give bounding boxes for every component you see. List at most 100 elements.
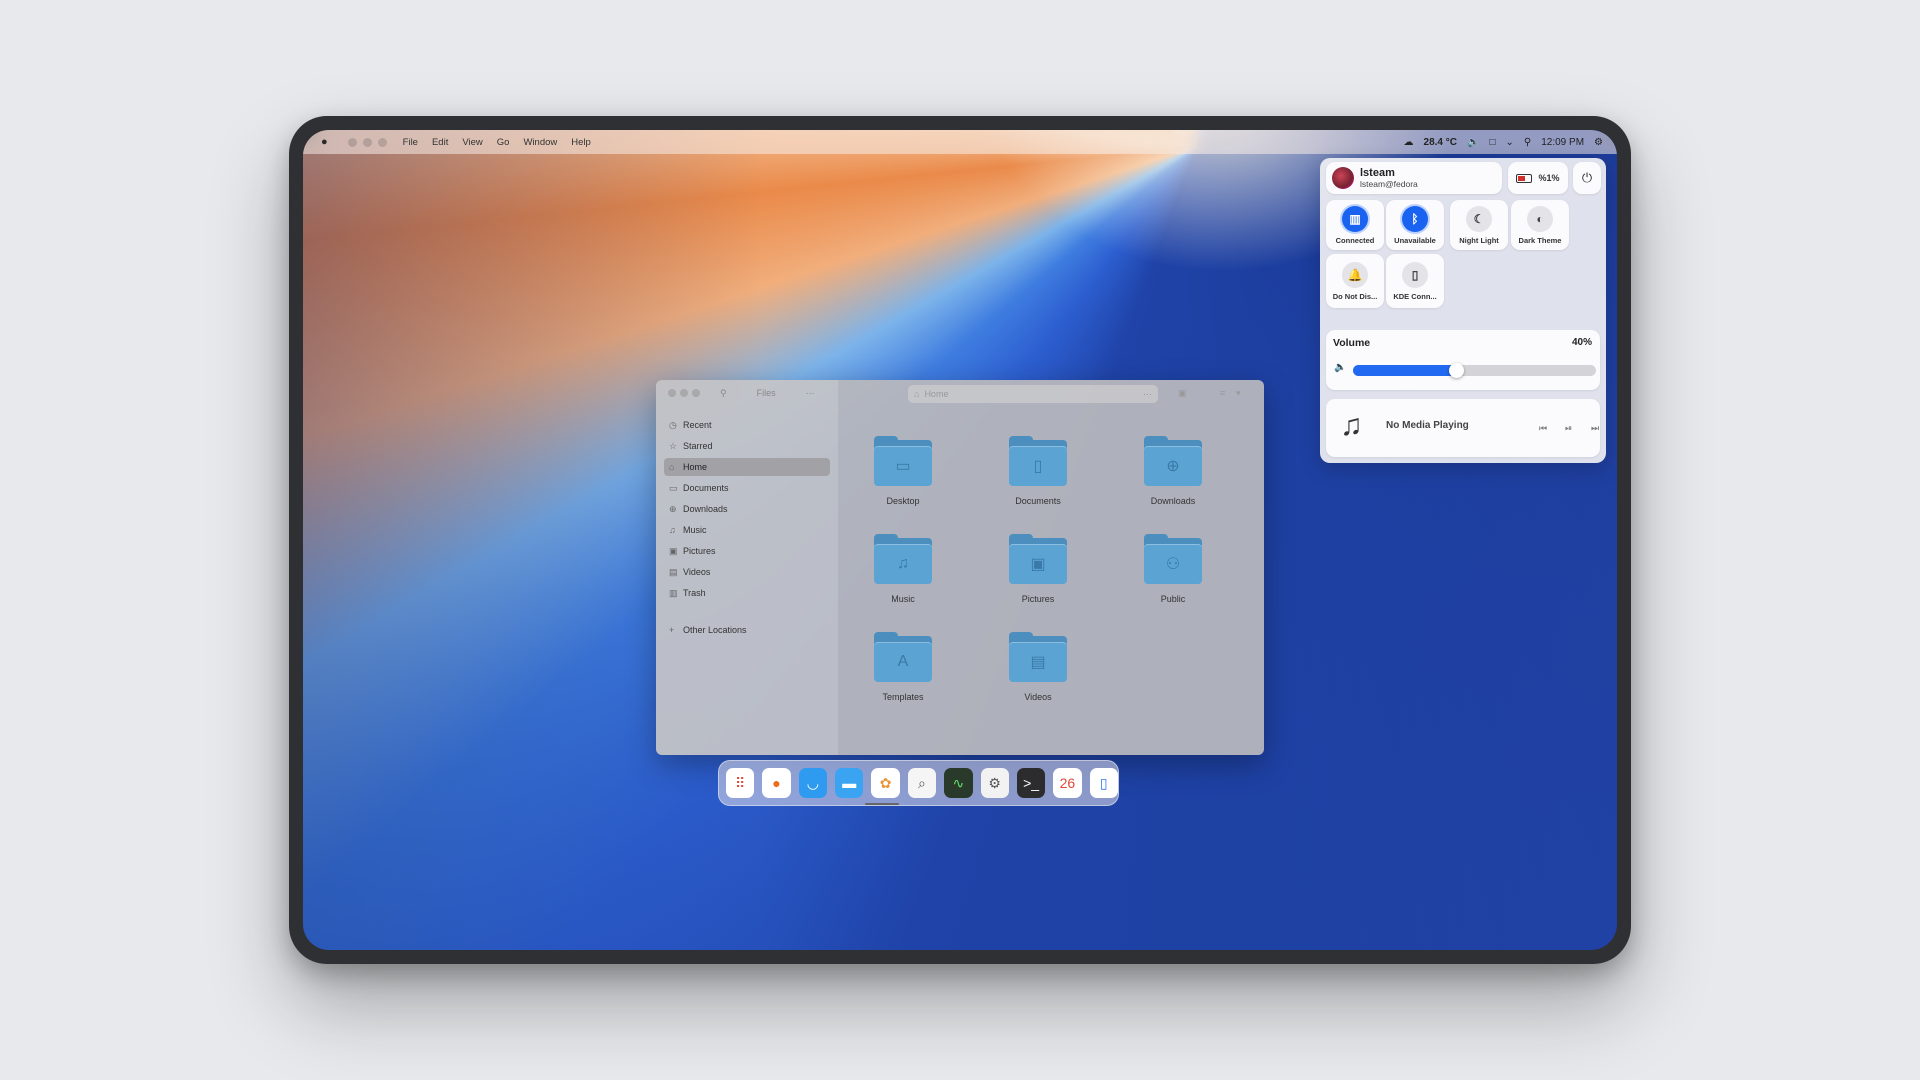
music-icon: ♫	[669, 525, 676, 535]
folder-label: Videos	[1024, 692, 1052, 702]
volume-label: Volume	[1333, 337, 1371, 349]
play-icon[interactable]: ⏯	[1565, 423, 1572, 434]
folder-videos[interactable]: ▤ Videos	[983, 632, 1093, 722]
firefox-icon[interactable]: ●	[762, 768, 791, 798]
sidebar-item-label: Music	[683, 525, 707, 535]
maximize-window-button[interactable]	[377, 137, 387, 147]
weather-icon[interactable]: ☁	[1404, 137, 1414, 148]
path-menu-icon[interactable]: ⋯	[1143, 389, 1152, 400]
sidebar-item-label: Other Locations	[683, 625, 747, 635]
calendar-icon[interactable]: 26	[1053, 768, 1082, 798]
volume-icon[interactable]: 🔈	[1467, 137, 1479, 148]
search-icon[interactable]: ⚲	[720, 388, 727, 399]
sidebar-item-downloads[interactable]: ⊕ Downloads	[664, 500, 830, 518]
menu-bar: ● File Edit View Go Window Help ☁ 28.4 °…	[303, 130, 1617, 154]
temperature[interactable]: 28.4 °C	[1424, 137, 1457, 148]
apple-menu-icon[interactable]: ●	[321, 136, 328, 148]
sidebar-item-pictures[interactable]: ▣ Pictures	[664, 542, 830, 560]
photos-icon[interactable]: ✿	[871, 768, 900, 798]
power-button[interactable]: ⏻	[1573, 162, 1601, 194]
sidebar-item-starred[interactable]: ☆ Starred	[664, 437, 830, 455]
folder-glyph: ♫	[874, 544, 932, 584]
new-folder-icon[interactable]: ▣	[1178, 388, 1187, 399]
folder-desktop[interactable]: ▭ Desktop	[848, 436, 958, 526]
menu-help[interactable]: Help	[571, 137, 591, 148]
folder-icon: ▣	[1009, 534, 1067, 584]
sidebar-item-documents[interactable]: ▭ Documents	[664, 479, 830, 497]
control-center: lsteam lsteam@fedora %1% ⏻ ▥ Connected ᛒ Un…	[1320, 158, 1606, 463]
maximize-button[interactable]	[692, 389, 700, 397]
files-icon[interactable]: ▬	[835, 768, 864, 798]
tile-unavailable[interactable]: ᛒ Unavailable	[1386, 200, 1444, 250]
volume-percent: 40%	[1571, 337, 1592, 348]
speaker-icon[interactable]: 🔈	[1334, 362, 1346, 373]
user-card[interactable]: lsteam lsteam@fedora	[1326, 162, 1502, 194]
menu-file[interactable]: File	[403, 137, 418, 148]
sidebar-item-label: Home	[683, 462, 708, 472]
menu-icon[interactable]: ⋯	[806, 388, 815, 399]
sidebar-item-label: Documents	[683, 483, 729, 493]
toggle-icon[interactable]: ▯	[1089, 768, 1118, 798]
sidebar-item-trash[interactable]: ▥ Trash	[664, 584, 830, 602]
sidebar-item-other-locations[interactable]: + Other Locations	[664, 621, 830, 639]
terminal-icon[interactable]: >_	[1016, 768, 1046, 798]
battery-card[interactable]: %1%	[1508, 162, 1568, 194]
menu-view[interactable]: View	[462, 137, 482, 148]
next-track-icon[interactable]: ⏭	[1591, 423, 1599, 434]
media-card: ♫ No Media Playing ⏮ ⏯ ⏭	[1326, 399, 1600, 457]
volume-slider-fill	[1353, 365, 1457, 376]
folder-icon: ▯	[1009, 436, 1067, 486]
home-icon: ⌂	[914, 389, 920, 399]
chevron-down-icon[interactable]: ▾	[1236, 388, 1241, 399]
battery-percent: %1%	[1538, 173, 1560, 183]
launcher-icon[interactable]: ⠿	[726, 768, 755, 798]
close-window-button[interactable]	[347, 137, 357, 147]
volume-slider[interactable]	[1353, 363, 1596, 378]
folder-documents[interactable]: ▯ Documents	[983, 436, 1093, 526]
user-email: lsteam@fedora	[1360, 179, 1418, 189]
folder-glyph: ⚇	[1144, 544, 1202, 584]
previous-track-icon[interactable]: ⏮	[1539, 423, 1547, 434]
settings-icon[interactable]: ⚙	[980, 768, 1009, 798]
tile-connected[interactable]: ▥ Connected	[1326, 200, 1384, 250]
folder-label: Public	[1160, 594, 1186, 604]
tile-do-not-dis[interactable]: 🔔 Do Not Dis...	[1326, 254, 1384, 308]
volume-slider-handle[interactable]	[1449, 363, 1465, 378]
sidebar-item-videos[interactable]: ▤ Videos	[664, 563, 830, 581]
app-store-icon[interactable]: ◡	[798, 768, 828, 798]
sidebar-item-home[interactable]: ⌂ Home	[664, 458, 830, 476]
control-center-icon[interactable]: ⚙	[1594, 137, 1603, 148]
folder-glyph: ▯	[1009, 446, 1067, 486]
folder-music[interactable]: ♫ Music	[848, 534, 958, 624]
tile-dark-theme[interactable]: ◐ Dark Theme	[1511, 200, 1569, 250]
chat-icon[interactable]: □	[1489, 137, 1495, 148]
network-icon: ▥	[1342, 205, 1368, 232]
tile-label: KDE Conn...	[1393, 291, 1437, 301]
search-icon[interactable]: ⚲	[1524, 137, 1531, 148]
tile-kde-conn[interactable]: ▯ KDE Conn...	[1386, 254, 1444, 308]
folder-pictures[interactable]: ▣ Pictures	[983, 534, 1093, 624]
close-button[interactable]	[668, 389, 676, 397]
preview-icon[interactable]: ⌕	[907, 768, 937, 798]
folder-icon: ▤	[1009, 632, 1067, 682]
window-controls	[347, 137, 387, 147]
clock[interactable]: 12:09 PM	[1541, 137, 1584, 148]
chevron-down-icon[interactable]: ⌄	[1506, 137, 1514, 148]
folder-downloads[interactable]: ⊕ Downloads	[1118, 436, 1228, 526]
folder-public[interactable]: ⚇ Public	[1118, 534, 1228, 624]
menu-window[interactable]: Window	[523, 137, 557, 148]
activity-monitor-icon[interactable]: ∿	[944, 768, 973, 798]
minimize-button[interactable]	[680, 389, 688, 397]
sidebar-item-music[interactable]: ♫ Music	[664, 521, 830, 539]
picture-icon: ▣	[669, 545, 678, 556]
tile-night-light[interactable]: ☾ Night Light	[1450, 200, 1508, 250]
folder-templates[interactable]: A Templates	[848, 632, 958, 722]
folder-glyph: ▣	[1009, 544, 1067, 584]
menu-edit[interactable]: Edit	[432, 137, 448, 148]
menu-go[interactable]: Go	[497, 137, 510, 148]
minimize-window-button[interactable]	[362, 137, 372, 147]
running-indicator	[865, 803, 899, 805]
path-bar[interactable]: ⌂ Home ⋯	[908, 385, 1158, 403]
view-list-icon[interactable]: ≡	[1220, 388, 1225, 398]
sidebar-item-recent[interactable]: ◷ Recent	[664, 416, 830, 434]
